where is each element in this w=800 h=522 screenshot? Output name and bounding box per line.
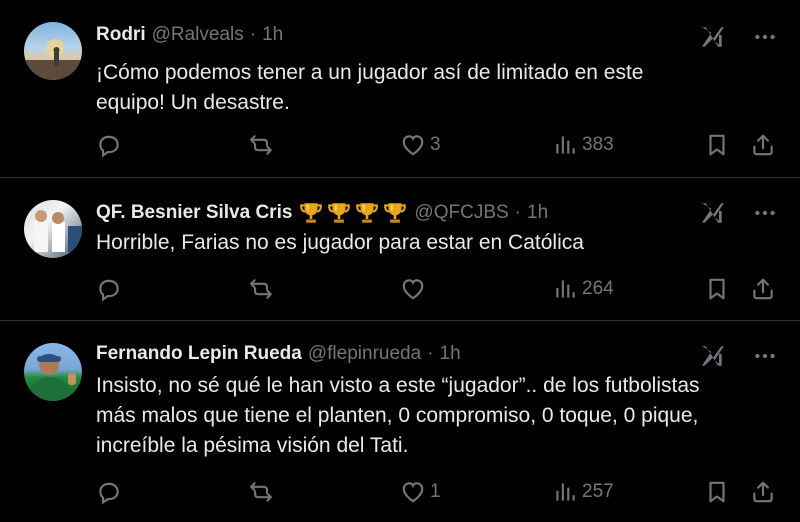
action-bar: 264	[96, 274, 780, 304]
grok-icon[interactable]	[700, 24, 726, 50]
trophy-icon	[298, 200, 324, 226]
trophy-icon	[326, 200, 352, 226]
avatar[interactable]	[24, 200, 82, 258]
like-count: 3	[430, 134, 441, 155]
share-icon	[750, 276, 776, 302]
views-button[interactable]: 383	[552, 132, 614, 158]
tweet-top-icons	[700, 24, 778, 50]
timestamp[interactable]: 1h	[440, 343, 461, 365]
retweet-button[interactable]	[248, 276, 274, 302]
reply-icon	[96, 479, 122, 505]
like-button[interactable]	[400, 276, 430, 302]
share-icon	[750, 132, 776, 158]
separator: ·	[249, 24, 257, 45]
tweet-text-line: Horrible, Farias no es jugador para esta…	[96, 231, 584, 254]
more-icon[interactable]	[752, 200, 778, 226]
bookmark-button[interactable]	[704, 276, 730, 302]
like-count: 1	[430, 481, 441, 502]
views-count: 383	[582, 134, 614, 155]
views-button[interactable]: 257	[552, 479, 614, 505]
tweet-header: Rodri @Ralveals · 1h	[96, 24, 283, 46]
like-button[interactable]: 1	[400, 479, 441, 505]
tweet-text-line: increíble la pésima visión del Tati.	[96, 434, 409, 457]
author-handle[interactable]: @Ralveals	[152, 24, 244, 46]
retweet-icon	[248, 479, 274, 505]
retweet-button[interactable]	[248, 132, 274, 158]
grok-icon[interactable]	[700, 343, 726, 369]
bookmark-icon	[704, 276, 730, 302]
bookmark-button[interactable]	[704, 479, 730, 505]
author-name[interactable]: Rodri	[96, 24, 146, 46]
views-icon	[552, 479, 578, 505]
retweet-icon	[248, 132, 274, 158]
like-icon	[400, 132, 426, 158]
tweet-text-line: Insisto, no sé qué le han visto a este “…	[96, 374, 700, 397]
bookmark-button[interactable]	[704, 132, 730, 158]
avatar-photo	[24, 39, 82, 80]
share-icon	[750, 479, 776, 505]
views-count: 264	[582, 278, 614, 299]
bookmark-icon	[704, 479, 730, 505]
bookmark-icon	[704, 132, 730, 158]
tweet-text: Insisto, no sé qué le han visto a este “…	[96, 371, 786, 461]
retweet-button[interactable]	[248, 479, 274, 505]
grok-icon[interactable]	[700, 200, 726, 226]
tweet-text: Horrible, Farias no es jugador para esta…	[96, 228, 786, 258]
tweet-header: QF. Besnier Silva Cris @QFCJBS · 1h	[96, 200, 548, 226]
views-count: 257	[582, 481, 614, 502]
retweet-icon	[248, 276, 274, 302]
tweet-top-icons	[700, 200, 778, 226]
trophy-icon	[354, 200, 380, 226]
author-handle[interactable]: @flepinrueda	[308, 343, 421, 365]
trophy-icon	[382, 200, 408, 226]
tweet-text-line: más malos que tiene el planten, 0 compro…	[96, 404, 699, 427]
more-icon[interactable]	[752, 24, 778, 50]
tweet[interactable]: Fernando Lepin Rueda @flepinrueda · 1h I…	[0, 320, 800, 522]
share-button[interactable]	[750, 132, 776, 158]
tweet-text-line: equipo! Un desastre.	[96, 91, 290, 114]
avatar-photo	[28, 354, 76, 401]
tweet[interactable]: Rodri @Ralveals · 1h ¡Cómo podemos tener…	[0, 0, 800, 177]
author-handle[interactable]: @QFCJBS	[414, 202, 508, 224]
like-icon	[400, 276, 426, 302]
name-badges	[298, 200, 408, 226]
reply-button[interactable]	[96, 132, 122, 158]
views-icon	[552, 276, 578, 302]
action-bar: 3 383	[96, 130, 780, 160]
avatar[interactable]	[24, 343, 82, 401]
tweet[interactable]: QF. Besnier Silva Cris @QFCJBS · 1h Horr…	[0, 177, 800, 321]
timestamp[interactable]: 1h	[527, 202, 548, 224]
action-bar: 1 257	[96, 477, 780, 507]
author-name[interactable]: Fernando Lepin Rueda	[96, 343, 302, 365]
reply-icon	[96, 132, 122, 158]
tweet-top-icons	[700, 343, 778, 369]
avatar[interactable]	[24, 22, 82, 80]
views-icon	[552, 132, 578, 158]
tweet-text-line: ¡Cómo podemos tener a un jugador así de …	[96, 61, 644, 84]
like-button[interactable]: 3	[400, 132, 441, 158]
tweet-text: ¡Cómo podemos tener a un jugador así de …	[96, 58, 786, 118]
author-name[interactable]: QF. Besnier Silva Cris	[96, 202, 292, 224]
views-button[interactable]: 264	[552, 276, 614, 302]
more-icon[interactable]	[752, 343, 778, 369]
avatar-photo	[34, 210, 82, 252]
reply-button[interactable]	[96, 276, 122, 302]
separator: ·	[514, 202, 521, 223]
share-button[interactable]	[750, 276, 776, 302]
reply-button[interactable]	[96, 479, 122, 505]
tweet-header: Fernando Lepin Rueda @flepinrueda · 1h	[96, 343, 461, 365]
reply-icon	[96, 276, 122, 302]
separator: ·	[427, 343, 434, 364]
share-button[interactable]	[750, 479, 776, 505]
like-icon	[400, 479, 426, 505]
timestamp[interactable]: 1h	[262, 24, 283, 46]
